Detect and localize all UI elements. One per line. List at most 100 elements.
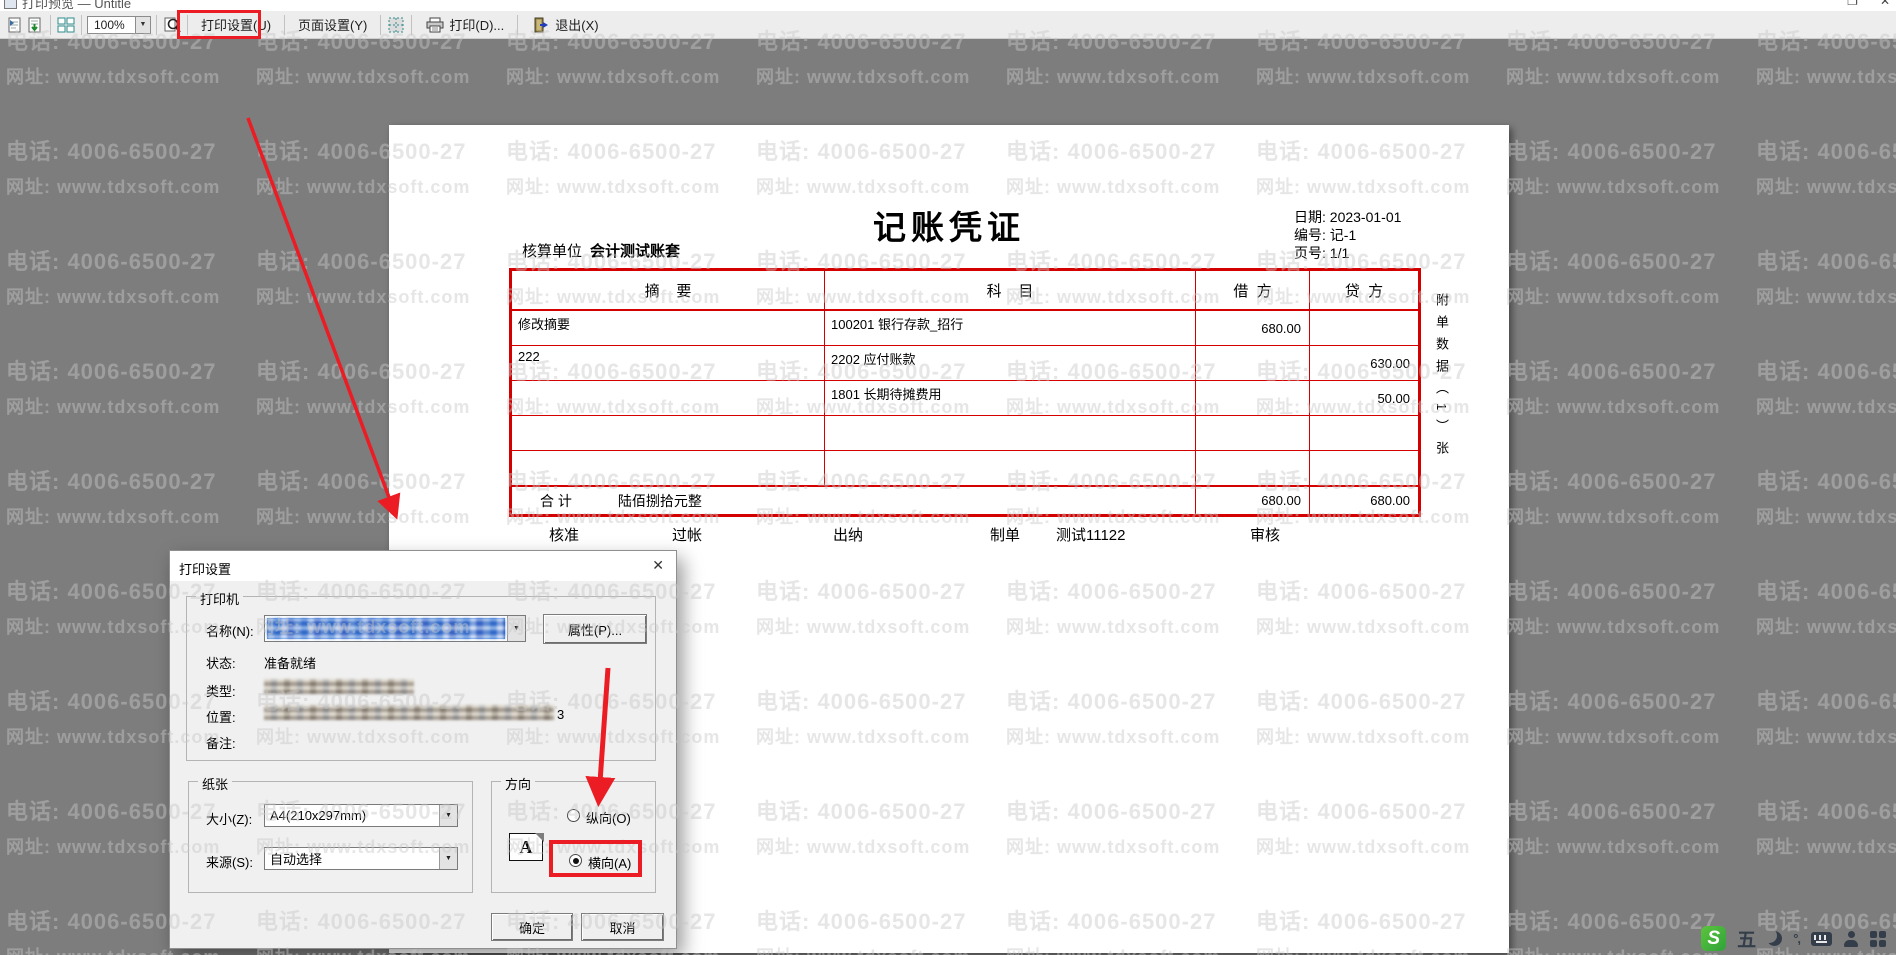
cell-debit bbox=[1195, 346, 1309, 380]
multi-page-view-icon[interactable] bbox=[56, 15, 76, 35]
total-credit: 680.00 bbox=[1309, 487, 1418, 514]
cell-summary bbox=[512, 416, 824, 450]
ime-bar: S 五 °, bbox=[1701, 925, 1886, 952]
table-total-row: 合 计 陆佰捌拾元整 680.00 680.00 bbox=[512, 485, 1418, 514]
accounting-unit-value: 会计测试账套 bbox=[590, 240, 680, 261]
toolbar-separator bbox=[517, 15, 518, 35]
cell-summary bbox=[512, 381, 824, 415]
orientation-group-label: 方向 bbox=[501, 774, 535, 793]
printer-location-suffix: 3 bbox=[557, 707, 564, 722]
print-setup-dialog: 打印设置 ✕ 打印机 名称(N): ▼ 属性(P)... 状态: 准备就绪 类型… bbox=[169, 550, 677, 949]
close-window-icon[interactable]: ✕ bbox=[1880, 0, 1890, 8]
zoom-level-select[interactable]: 100% ▼ bbox=[87, 16, 151, 34]
table-row bbox=[512, 450, 1418, 485]
col-header-debit: 借 方 bbox=[1195, 271, 1309, 309]
signature-maker-label: 制单 bbox=[990, 524, 1020, 545]
restore-window-icon[interactable]: ❐ bbox=[1847, 0, 1858, 8]
portrait-radio[interactable] bbox=[567, 809, 580, 822]
print-button[interactable]: 打印(D)... bbox=[417, 12, 512, 38]
redacted-printer-location bbox=[264, 705, 554, 720]
signature-review: 审核 bbox=[1250, 524, 1280, 545]
grid-menu-icon[interactable] bbox=[1870, 931, 1886, 947]
cell-debit bbox=[1195, 451, 1309, 485]
table-row bbox=[512, 415, 1418, 450]
voucher-number: 编号: 记-1 bbox=[1294, 226, 1401, 244]
attachment-count-note: 附单数据（1）张 bbox=[1432, 293, 1451, 463]
chevron-down-icon[interactable]: ▼ bbox=[439, 848, 457, 869]
grid-toggle-icon[interactable] bbox=[386, 15, 406, 35]
voucher-page-number: 页号: 1/1 bbox=[1294, 244, 1401, 262]
landscape-radio[interactable] bbox=[569, 854, 582, 867]
signature-maker-name: 测试11122 bbox=[1056, 524, 1126, 545]
printer-group-label: 打印机 bbox=[196, 589, 243, 608]
table-header-row: 摘 要 科 目 借 方 贷 方 bbox=[512, 271, 1418, 310]
table-row: 修改摘要 100201 银行存款_招行 680.00 bbox=[512, 310, 1418, 345]
toolbar-separator bbox=[284, 15, 285, 35]
paper-source-label: 来源(S): bbox=[206, 852, 253, 871]
redacted-printer-name bbox=[267, 618, 505, 639]
landscape-radio-label[interactable]: 横向(A) bbox=[588, 853, 631, 872]
toolbar-separator bbox=[187, 15, 188, 35]
exit-button-label: 退出(X) bbox=[555, 15, 598, 34]
printer-location-label: 位置: bbox=[206, 707, 236, 726]
table-row: 222 2202 应付账款 630.00 bbox=[512, 345, 1418, 380]
printer-name-label: 名称(N): bbox=[206, 621, 254, 640]
cell-account: 1801 长期待摊费用 bbox=[824, 381, 1195, 415]
exit-button[interactable]: 退出(X) bbox=[523, 12, 606, 38]
dialog-close-icon[interactable]: ✕ bbox=[652, 557, 664, 574]
cell-credit bbox=[1309, 451, 1418, 485]
ime-mode-wubi[interactable]: 五 bbox=[1737, 925, 1756, 952]
redacted-printer-type bbox=[264, 679, 414, 694]
cell-debit bbox=[1195, 416, 1309, 450]
printer-status-value: 准备就绪 bbox=[264, 653, 316, 672]
cell-account: 100201 银行存款_招行 bbox=[824, 311, 1195, 345]
cell-credit: 630.00 bbox=[1309, 346, 1418, 380]
zoom-level-value[interactable]: 100% bbox=[87, 16, 135, 34]
chevron-down-icon[interactable]: ▼ bbox=[135, 16, 151, 34]
cancel-button[interactable]: 取消 bbox=[581, 913, 664, 941]
moon-icon[interactable] bbox=[1767, 931, 1782, 946]
cell-credit: 50.00 bbox=[1309, 381, 1418, 415]
print-button-label: 打印(D)... bbox=[449, 15, 504, 34]
col-header-summary: 摘 要 bbox=[512, 271, 824, 309]
next-page-icon[interactable] bbox=[25, 15, 45, 35]
keyboard-icon[interactable] bbox=[1811, 932, 1832, 946]
properties-button[interactable]: 属性(P)... bbox=[543, 614, 647, 644]
paper-size-value: A4(210x297mm) bbox=[265, 808, 439, 823]
paper-group-label: 纸张 bbox=[198, 774, 232, 793]
paper-source-select[interactable]: 自动选择 ▼ bbox=[264, 847, 458, 870]
ok-button[interactable]: 确定 bbox=[491, 913, 573, 941]
col-header-account: 科 目 bbox=[824, 271, 1195, 309]
window-titlebar: 打印预览 — Untitle ❐ ✕ bbox=[0, 0, 1896, 11]
total-amount-words: 陆佰捌拾元整 bbox=[618, 491, 702, 511]
portrait-radio-label[interactable]: 纵向(O) bbox=[586, 808, 631, 827]
paper-size-label: 大小(Z): bbox=[206, 809, 252, 828]
cell-summary: 修改摘要 bbox=[512, 311, 824, 345]
dialog-title: 打印设置 bbox=[179, 559, 231, 578]
punctuation-icon[interactable]: °, bbox=[1793, 931, 1800, 946]
cell-debit bbox=[1195, 381, 1309, 415]
toolbar-separator bbox=[81, 15, 82, 35]
sogou-logo-icon[interactable]: S bbox=[1701, 926, 1726, 951]
paper-group: 纸张 bbox=[188, 781, 473, 893]
printer-status-label: 状态: bbox=[206, 653, 236, 672]
col-header-credit: 贷 方 bbox=[1309, 271, 1418, 309]
total-label: 合 计 bbox=[540, 491, 572, 511]
cell-debit: 680.00 bbox=[1195, 311, 1309, 345]
print-setup-button[interactable]: 打印设置(U) bbox=[193, 12, 279, 37]
person-icon[interactable] bbox=[1843, 931, 1859, 947]
landscape-paper-icon: A bbox=[509, 833, 543, 861]
voucher-date: 日期: 2023-01-01 bbox=[1294, 208, 1401, 226]
chevron-down-icon[interactable]: ▼ bbox=[439, 805, 457, 826]
printer-name-select[interactable]: ▼ bbox=[264, 615, 526, 642]
zoom-magnifier-icon[interactable] bbox=[162, 15, 182, 35]
chevron-down-icon[interactable]: ▼ bbox=[507, 616, 525, 641]
page-setup-button[interactable]: 页面设置(Y) bbox=[290, 12, 375, 37]
signature-approve: 核准 bbox=[549, 524, 579, 545]
table-row: 1801 长期待摊费用 50.00 bbox=[512, 380, 1418, 415]
prev-page-icon[interactable] bbox=[5, 15, 25, 35]
paper-source-value: 自动选择 bbox=[265, 849, 439, 868]
paper-size-select[interactable]: A4(210x297mm) ▼ bbox=[264, 804, 458, 827]
printer-type-label: 类型: bbox=[206, 681, 236, 700]
toolbar-separator bbox=[380, 15, 381, 35]
